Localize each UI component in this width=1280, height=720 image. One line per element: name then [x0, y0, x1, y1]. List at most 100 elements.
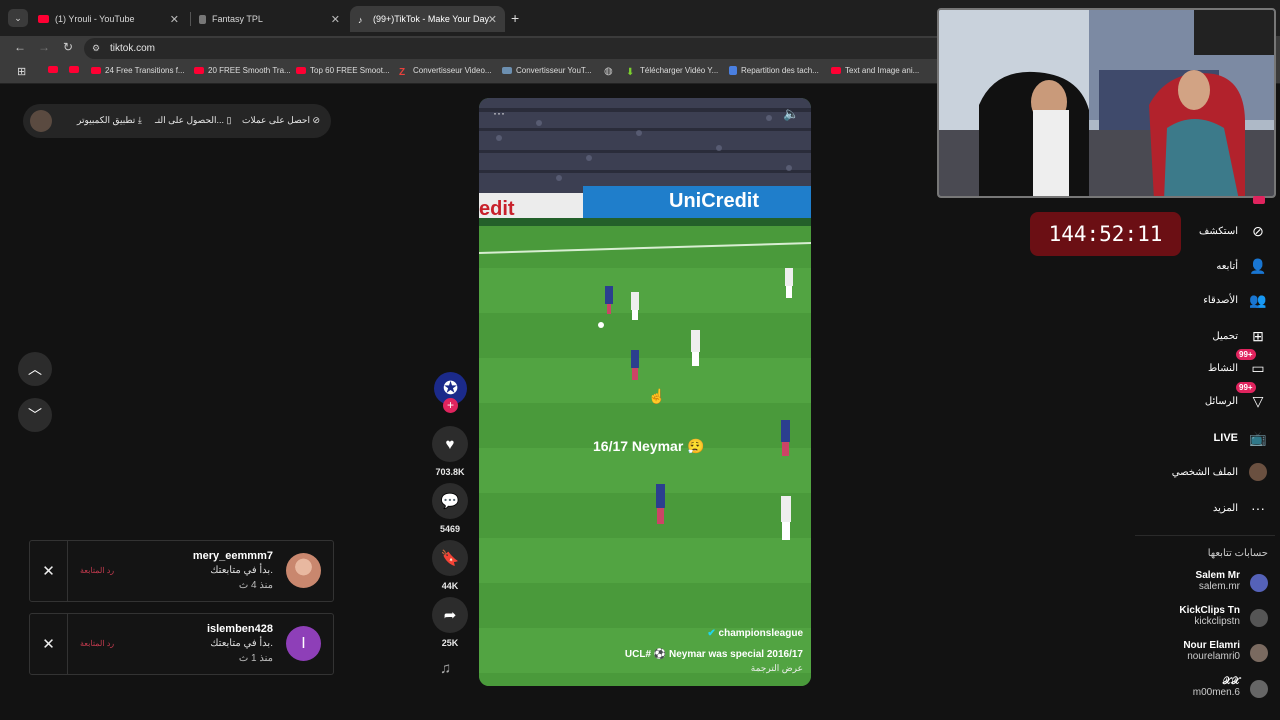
tab-fantasy[interactable]: Fantasy TPL ✕ — [191, 6, 348, 32]
close-icon[interactable]: ✕ — [331, 13, 340, 26]
youtube-icon — [91, 67, 101, 74]
bookmark-item[interactable]: 20 FREE Smooth Tra... — [194, 66, 291, 75]
bookmark-item[interactable]: 24 Free Transitions f... — [91, 66, 185, 75]
site-info-icon[interactable]: ⚙ — [92, 38, 100, 59]
chevron-up-icon: ︿ — [28, 361, 42, 377]
youtube-icon — [194, 67, 204, 74]
close-icon[interactable]: ✕ — [170, 13, 179, 26]
stream-timer: 144:52:11 — [1030, 212, 1181, 256]
follow-back-link[interactable]: رد المتابعة — [80, 639, 114, 648]
page-icon — [199, 14, 206, 24]
webcam-overlay — [937, 8, 1276, 198]
nav-following[interactable]: أتابعه 👤 — [1216, 256, 1268, 276]
bookmark-item[interactable]: Convertisseur YouT... — [502, 66, 592, 75]
avatar[interactable]: I — [286, 626, 321, 661]
video-author[interactable]: ✔ championsleague — [707, 628, 803, 639]
new-tab-button[interactable]: + — [511, 10, 519, 26]
nav-divider — [1135, 535, 1275, 536]
like-action: ♥ 703.8K — [432, 426, 468, 477]
music-disc-icon[interactable]: ♫ — [440, 660, 451, 677]
bookmark-item[interactable] — [69, 66, 83, 73]
notification-username[interactable]: islemben428 — [207, 623, 273, 635]
desktop-app-button[interactable]: تطبيق الكمبيوتر ⤓ — [77, 115, 142, 126]
back-icon[interactable]: ← — [11, 40, 29, 54]
upload-icon: ⊞ — [1252, 327, 1264, 344]
tab-title: (1) Yrouli - YouTube — [55, 14, 135, 24]
nav-activity[interactable]: النشاط ▭ 99+ — [1208, 349, 1268, 378]
previous-video-button[interactable]: ︿ — [18, 352, 52, 386]
ad-board-right: UniCredit — [669, 190, 759, 212]
nav-messages[interactable]: الرسائل ▽ 99+ — [1205, 382, 1268, 411]
bookmark-icon[interactable]: 🔖 — [432, 540, 468, 576]
youtube-icon — [831, 67, 841, 74]
notification-badge: 99+ — [1236, 349, 1256, 360]
youtube-icon — [38, 15, 49, 23]
followed-account[interactable]: KickClips Tn kickclipstn — [1179, 605, 1268, 627]
video-player[interactable]: edit UniCredit ··· 🔈 16/17 Neymar 😮‍💨 ☝ … — [479, 98, 811, 686]
forward-icon[interactable]: → — [35, 40, 53, 54]
cursor-icon: ☝ — [648, 388, 666, 404]
nav-live[interactable]: LIVE 📺 — [1214, 428, 1268, 448]
bookmark-item[interactable]: Z Convertisseur Video... — [399, 66, 492, 78]
get-app-button[interactable]: الحصول على التـ... ▯ — [155, 115, 231, 126]
tab-tiktok[interactable]: ♪ (99+)TikTok - Make Your Day ✕ — [350, 6, 505, 32]
apps-grid-icon[interactable]: ⊞ — [17, 65, 26, 78]
nav-upload[interactable]: تحميل ⊞ — [1212, 326, 1268, 346]
bookmark-item[interactable]: Text and Image ani... — [831, 66, 919, 75]
get-coins-button[interactable]: احصل على عملات ⊘ — [242, 115, 320, 126]
video-menu-icon[interactable]: ··· — [493, 106, 505, 120]
volume-icon[interactable]: 🔈 — [783, 106, 799, 122]
tiktok-icon: ♪ — [358, 15, 363, 25]
close-icon[interactable]: ✕ — [488, 13, 497, 26]
nav-explore[interactable]: استكشف ⊘ — [1199, 221, 1268, 241]
notification-username[interactable]: mery_eemmm7 — [193, 550, 273, 562]
bookmark-label: Text and Image ani... — [845, 66, 920, 75]
bookmark-item[interactable]: ⬇ Télécharger Vidéo Y... — [626, 66, 718, 78]
account-handle: kickclipstn — [1194, 616, 1240, 627]
tiktok-top-actions: تطبيق الكمبيوتر ⤓ الحصول على التـ... ▯ ا… — [23, 104, 331, 138]
followed-account[interactable]: 𝒳𝒳 m00men.6 — [1193, 676, 1268, 716]
next-video-button[interactable]: ﹀ — [18, 398, 52, 432]
translate-link[interactable]: عرض الترجمة — [751, 663, 803, 674]
nav-friends[interactable]: الأصدقاء 👥 — [1203, 290, 1268, 310]
nav-label: تحميل — [1212, 330, 1238, 342]
save-count: 44K — [441, 581, 459, 591]
bookmark-label: Convertisseur Video... — [413, 66, 492, 75]
tab-title: Fantasy TPL — [212, 14, 263, 24]
avatar-letter: I — [301, 634, 306, 652]
tab-youtube[interactable]: (1) Yrouli - YouTube ✕ — [30, 6, 187, 32]
bookmark-item[interactable] — [48, 66, 62, 73]
close-icon[interactable]: ✕ — [30, 614, 68, 674]
followed-account[interactable]: Salem Mr salem.mr — [1196, 570, 1268, 592]
compass-icon: ⊘ — [1252, 222, 1264, 239]
account-name: KickClips Tn — [1179, 605, 1240, 616]
youtube-icon — [69, 66, 79, 73]
avatar[interactable] — [30, 110, 52, 132]
messages-icon: ▽ 99+ — [1236, 382, 1268, 411]
bookmark-item[interactable]: Repartition des tach... — [729, 66, 819, 75]
heart-icon[interactable]: ♥ — [432, 426, 468, 462]
bookmark-item[interactable]: Top 60 FREE Smoot... — [296, 66, 390, 75]
comment-action: 💬 5469 — [432, 483, 468, 534]
close-icon[interactable]: ✕ — [30, 541, 68, 601]
follow-plus-button[interactable]: + — [443, 398, 458, 413]
share-icon[interactable]: ➦ — [432, 597, 468, 633]
avatar[interactable] — [286, 553, 321, 588]
follow-back-link[interactable]: رد المتابعة — [80, 566, 114, 575]
video-overlay-text: 16/17 Neymar 😮‍💨 — [593, 438, 705, 454]
nav-profile[interactable]: الملف الشخصي — [1172, 462, 1268, 482]
comment-icon[interactable]: 💬 — [432, 483, 468, 519]
nav-more[interactable]: المزيد ··· — [1213, 498, 1268, 518]
reload-icon[interactable]: ↻ — [59, 40, 77, 54]
inbox-icon: ▭ 99+ — [1236, 349, 1268, 378]
get-app-label: الحصول على التـ... — [155, 115, 225, 125]
avatar — [1250, 644, 1268, 662]
following-accounts-title: حسابات تتابعها — [1207, 548, 1268, 559]
video-caption: UCL# ⚽ Neymar was special 2016/17 — [624, 649, 803, 660]
tab-search-button[interactable]: ⌄ — [8, 9, 28, 27]
following-icon: 👤 — [1249, 257, 1267, 274]
followed-account[interactable]: Nour Elamri nourelamri0 — [1183, 640, 1268, 662]
more-icon: ··· — [1251, 500, 1265, 516]
notification-message: بدأ في متابعتك. — [210, 565, 273, 576]
bookmark-item[interactable]: ◍ — [604, 66, 618, 77]
